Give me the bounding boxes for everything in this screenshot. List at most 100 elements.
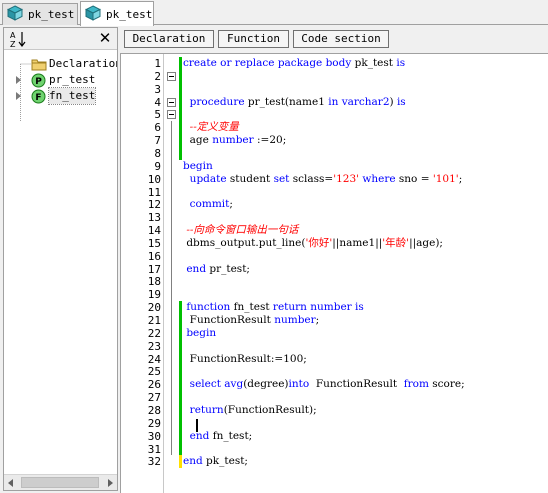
scrollbar-thumb[interactable]	[21, 477, 99, 488]
code-token: select avg	[183, 378, 244, 391]
code-token: :=20;	[257, 134, 287, 147]
line-number: 1	[154, 57, 161, 70]
code-line[interactable]: FunctionResult number;	[183, 314, 320, 327]
horizontal-scrollbar[interactable]	[4, 474, 117, 490]
line-number: 29	[147, 416, 161, 430]
scroll-left-icon[interactable]	[8, 479, 13, 487]
svg-text:P: P	[35, 77, 42, 87]
svg-text:Z: Z	[10, 40, 16, 48]
function-button[interactable]: Function	[218, 30, 289, 48]
code-token: ||age);	[409, 236, 443, 249]
code-token: commit	[183, 198, 230, 211]
code-line[interactable]: age number :=20;	[183, 134, 287, 147]
code-line[interactable]: end fn_test;	[183, 429, 253, 443]
code-line[interactable]: --向命令窗口输出一句话	[183, 224, 298, 237]
line-number: 14	[147, 224, 161, 238]
section-toolbar: Declaration Function Code section	[120, 27, 548, 51]
code-line[interactable]: dbms_output.put_line('你好'||name1||'年龄'||…	[183, 237, 443, 250]
code-token: set	[273, 172, 293, 185]
change-marker	[179, 455, 182, 469]
line-number: 18	[147, 275, 161, 289]
close-icon[interactable]: ✕	[97, 29, 113, 47]
code-token: update	[183, 172, 230, 185]
tree-item-pr-test[interactable]: P pr_test	[4, 72, 117, 88]
code-line[interactable]: begin	[183, 327, 216, 340]
code-line[interactable]: --定义变量	[183, 121, 239, 134]
code-token: pk_test	[354, 57, 397, 69]
tree-item-label: fn_test	[47, 87, 97, 105]
code-token: --向命令窗口输出一句话	[183, 224, 299, 237]
line-number: 7	[154, 134, 161, 148]
code-section-button[interactable]: Code section	[293, 30, 389, 48]
code-token: number	[212, 134, 257, 147]
declaration-button[interactable]: Declaration	[124, 30, 214, 48]
tab-label: pk_test	[28, 8, 75, 21]
code-area[interactable]: create or replace package body pk_test i…	[183, 54, 548, 493]
change-marker	[179, 57, 182, 160]
code-token: (degree)	[243, 378, 289, 391]
code-editor[interactable]: 1 2 3 4 5 6 7 8 9 10 11 12 13 14 15 16 17 18 19 20 21 22 23 24 2…	[120, 53, 548, 493]
fold-toggle-icon[interactable]	[167, 97, 176, 107]
code-token: '你好'	[305, 236, 333, 249]
code-line[interactable]: create or replace package body pk_test i…	[183, 57, 405, 70]
sort-az-icon[interactable]: A Z	[9, 30, 27, 51]
code-token: create or replace package body	[183, 57, 355, 69]
svg-text:A: A	[10, 31, 16, 40]
code-line[interactable]: begin	[183, 160, 213, 173]
code-token: is	[396, 95, 406, 108]
code-line[interactable]: select avg(degree)into FunctionResult fr…	[183, 378, 465, 391]
tree-item-label: pr_test	[49, 73, 96, 86]
code-line[interactable]: end pk_test;	[183, 455, 248, 468]
line-number: 15	[147, 236, 161, 250]
svg-text:F: F	[35, 93, 41, 103]
line-number: 8	[154, 146, 161, 160]
tree-item-fn-test[interactable]: F fn_test	[4, 87, 117, 105]
code-token: (FunctionResult);	[223, 403, 317, 416]
code-token: pr_test(name1	[247, 95, 329, 108]
scroll-right-icon[interactable]	[108, 479, 113, 487]
tree-item-declaration[interactable]: Declaration	[4, 56, 117, 72]
code-token: FunctionResult	[183, 314, 275, 326]
code-token: return	[183, 403, 224, 416]
code-token: )	[389, 95, 397, 108]
code-token: score;	[432, 378, 465, 391]
code-line[interactable]: return(FunctionResult);	[183, 404, 317, 417]
line-number: 4	[154, 95, 161, 109]
gutter-separator	[163, 54, 164, 493]
tab-pk-test-body[interactable]: pk_test	[80, 1, 154, 26]
expand-arrow-icon[interactable]	[16, 92, 21, 100]
code-token: FunctionResult:=100;	[183, 352, 307, 365]
line-number: 10	[147, 172, 161, 186]
package-icon	[84, 4, 102, 24]
line-number: 21	[147, 314, 161, 327]
line-number: 28	[147, 403, 161, 417]
line-number: 16	[147, 249, 161, 263]
code-token: sno =	[398, 172, 433, 185]
code-line[interactable]: procedure pr_test(name1 in varchar2) is	[183, 96, 406, 109]
code-token: sclass=	[292, 172, 334, 185]
code-token: ;	[229, 198, 233, 211]
code-line[interactable]: function fn_test return number is	[183, 301, 364, 314]
tab-pk-test-spec[interactable]: pk_test	[2, 3, 78, 25]
code-token: where	[359, 172, 399, 185]
code-token: '101'	[432, 172, 459, 185]
code-token: dbms_output.put_line(	[183, 236, 306, 249]
line-number: 9	[154, 159, 161, 173]
line-number: 32	[147, 455, 161, 469]
line-number: 3	[154, 82, 161, 96]
fold-toggle-icon[interactable]	[167, 110, 176, 120]
code-token: return number is	[272, 301, 364, 314]
code-token: '年龄'	[382, 236, 410, 249]
line-number: 25	[147, 365, 161, 379]
code-token: '123'	[333, 172, 360, 185]
code-token: fn_test;	[212, 429, 253, 442]
code-line[interactable]: commit;	[183, 198, 233, 211]
code-line[interactable]: update student set sclass='123' where sn…	[183, 172, 463, 186]
code-line[interactable]: FunctionResult:=100;	[183, 353, 307, 366]
code-line[interactable]: end pr_test;	[183, 263, 250, 276]
fold-toggle-icon[interactable]	[167, 71, 176, 81]
code-token: FunctionResult	[309, 378, 404, 391]
outline-tree: Declaration P pr_test F fn_test	[4, 52, 117, 472]
line-number: 26	[147, 378, 161, 392]
expand-arrow-icon[interactable]	[16, 76, 21, 84]
